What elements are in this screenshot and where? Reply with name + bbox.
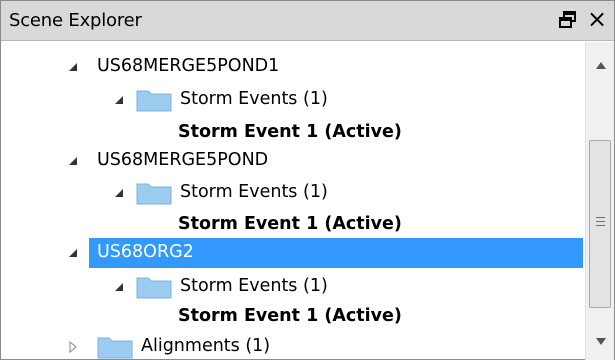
- tree-item-label: US68ORG2: [97, 242, 194, 262]
- tree-item-label: Storm Event 1 (Active): [178, 214, 402, 234]
- tree-item-label: Storm Events (1): [180, 89, 328, 109]
- tree-item-label: Storm Events (1): [180, 182, 328, 202]
- tree-item-storm-event[interactable]: Storm Event 1 (Active): [1, 118, 583, 146]
- tree-item-project[interactable]: US68MERGE5POND: [1, 146, 583, 174]
- folder-icon: [136, 275, 172, 301]
- expand-arrow-icon[interactable]: [65, 332, 81, 360]
- tree-item-storm-event[interactable]: Storm Event 1 (Active): [1, 302, 583, 330]
- close-button[interactable]: ×: [585, 6, 609, 32]
- scroll-up-arrow-icon[interactable]: [586, 52, 615, 80]
- tree-item-label: Storm Events (1): [180, 276, 328, 296]
- scene-tree: US68MERGE5POND1 Storm Events (1) Storm E…: [1, 42, 583, 360]
- tree-item-label: Alignments (1): [141, 336, 271, 356]
- tree-item-folder[interactable]: Storm Events (1): [1, 178, 583, 206]
- tree-item-folder[interactable]: Storm Events (1): [1, 272, 583, 300]
- collapse-arrow-icon[interactable]: [65, 52, 81, 80]
- scrollbar-thumb[interactable]: [589, 140, 611, 308]
- panel-titlebar: Scene Explorer ×: [1, 1, 614, 41]
- scene-explorer-panel: Scene Explorer × US68MERGE5POND1 Storm E…: [0, 0, 615, 360]
- tree-item-folder[interactable]: Storm Events (1): [1, 85, 583, 113]
- collapse-arrow-icon[interactable]: [111, 272, 127, 300]
- tree-item-alignments[interactable]: Alignments (1): [1, 332, 583, 360]
- grip-line: [596, 217, 605, 218]
- tree-item-storm-event[interactable]: Storm Event 1 (Active): [1, 210, 583, 238]
- tree-item-label: US68MERGE5POND1: [97, 56, 280, 76]
- tree-item-project-selected[interactable]: US68ORG2: [1, 238, 583, 268]
- grip-line: [596, 225, 605, 226]
- float-window-icon[interactable]: [557, 9, 579, 31]
- tree-item-project[interactable]: US68MERGE5POND1: [1, 52, 583, 80]
- collapse-arrow-icon[interactable]: [111, 178, 127, 206]
- vertical-scrollbar[interactable]: [585, 42, 614, 360]
- folder-icon: [136, 181, 172, 207]
- grip-line: [596, 221, 605, 222]
- folder-icon: [97, 335, 133, 360]
- scroll-down-arrow-icon[interactable]: [586, 328, 615, 356]
- tree-item-label: Storm Event 1 (Active): [178, 122, 402, 142]
- collapse-arrow-icon[interactable]: [111, 85, 127, 113]
- collapse-arrow-icon[interactable]: [65, 146, 81, 174]
- collapse-arrow-icon[interactable]: [65, 238, 81, 266]
- folder-icon: [136, 88, 172, 114]
- tree-item-label: Storm Event 1 (Active): [178, 306, 402, 326]
- tree-item-label: US68MERGE5POND: [97, 150, 269, 170]
- panel-title: Scene Explorer: [9, 10, 142, 31]
